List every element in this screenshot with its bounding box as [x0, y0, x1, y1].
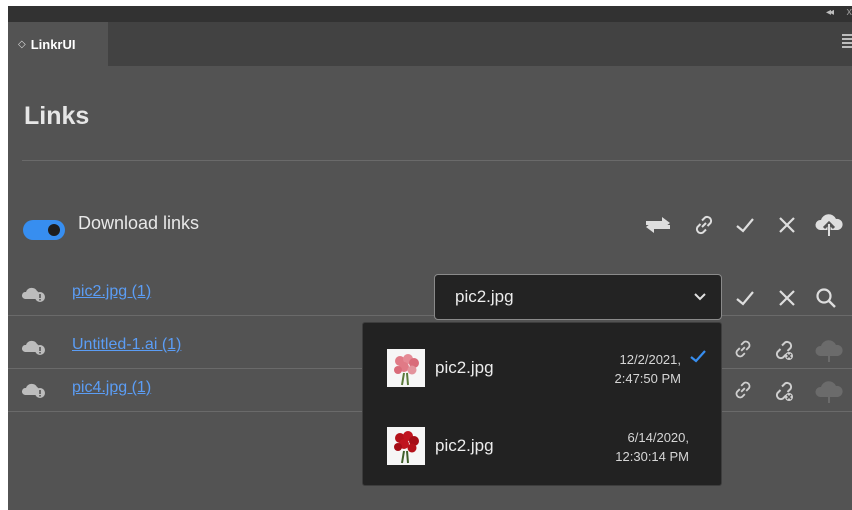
- option-date-line: 12/2/2021,: [619, 352, 681, 367]
- file-link[interactable]: Untitled-1.ai (1): [72, 336, 181, 354]
- unlink-icon[interactable]: [772, 379, 796, 403]
- cloud-alert-icon: [21, 382, 46, 403]
- cloud-upload-icon[interactable]: [814, 210, 844, 238]
- link-icon[interactable]: [692, 213, 716, 237]
- cloud-alert-icon: [21, 339, 46, 360]
- close-icon[interactable]: [776, 287, 798, 309]
- cloud-alert-icon: [21, 286, 46, 307]
- option-date: 6/14/2020, 12:30:14 PM: [569, 428, 689, 466]
- red-roses-thumbnail: [387, 427, 425, 465]
- option-time-line: 2:47:50 PM: [614, 371, 682, 386]
- dropdown-option[interactable]: pic2.jpg 12/2/2021, 2:47:50 PM: [363, 333, 721, 403]
- cloud-upload-icon[interactable]: [814, 377, 844, 405]
- tab-label: LinkrUI: [30, 36, 76, 52]
- divider: [22, 160, 852, 161]
- dropdown-option[interactable]: pic2.jpg 6/14/2020, 12:30:14 PM: [363, 411, 721, 481]
- option-date-line: 6/14/2020,: [627, 430, 689, 445]
- collapse-panel-button[interactable]: ◂◂: [826, 7, 834, 18]
- cloud-upload-icon[interactable]: [814, 336, 844, 364]
- chevron-down-icon: [693, 289, 707, 308]
- linkr-panel: ◂◂ x ◇ LinkrUI Links Download links pic2…: [8, 6, 852, 510]
- tab-arrows-icon: ◇: [18, 38, 26, 50]
- option-name: pic2.jpg: [435, 436, 494, 455]
- link-icon[interactable]: [732, 338, 754, 360]
- tab-linkrui[interactable]: ◇ LinkrUI: [8, 22, 108, 66]
- search-icon[interactable]: [814, 286, 838, 310]
- download-links-label: Download links: [78, 213, 200, 233]
- unlink-icon[interactable]: [772, 338, 796, 362]
- table-row: pic2.jpg (1): [8, 272, 852, 316]
- panel-menu-icon[interactable]: [842, 34, 852, 50]
- download-links-toggle[interactable]: [23, 220, 65, 240]
- option-name: pic2.jpg: [435, 358, 494, 377]
- file-link[interactable]: pic4.jpg (1): [72, 379, 151, 397]
- version-dropdown: pic2.jpg 12/2/2021, 2:47:50 PM pic2.jpg …: [362, 322, 722, 486]
- version-select[interactable]: pic2.jpg: [434, 274, 722, 320]
- tab-bar: ◇ LinkrUI: [8, 22, 852, 66]
- pink-roses-thumbnail: [387, 349, 425, 387]
- check-icon[interactable]: [734, 287, 756, 309]
- option-time-line: 12:30:14 PM: [615, 449, 689, 464]
- option-date: 12/2/2021, 2:47:50 PM: [561, 350, 682, 388]
- page-title: Links: [24, 102, 90, 130]
- select-value: pic2.jpg: [455, 287, 514, 306]
- selected-check-icon: [689, 347, 707, 370]
- close-panel-button[interactable]: x: [847, 6, 852, 18]
- swap-icon[interactable]: [644, 214, 672, 236]
- panel-top-strip: ◂◂ x: [8, 6, 852, 22]
- link-icon[interactable]: [732, 379, 754, 401]
- close-icon[interactable]: [776, 214, 798, 236]
- file-link[interactable]: pic2.jpg (1): [72, 283, 151, 301]
- check-icon[interactable]: [734, 214, 756, 236]
- toggle-knob: [48, 224, 60, 236]
